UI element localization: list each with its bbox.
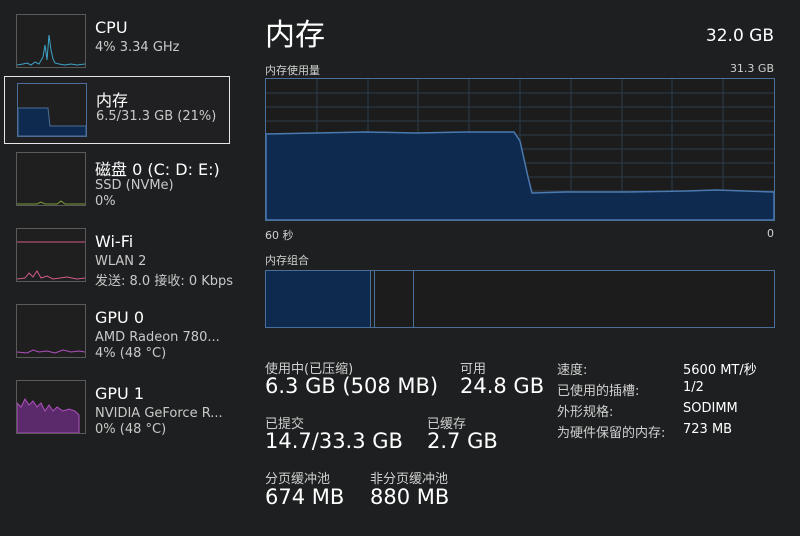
sidebar-item-detail: 0%	[95, 194, 116, 209]
graph-time-start: 60 秒	[265, 229, 294, 242]
sidebar-item-cpu[interactable]: CPU 4% 3.34 GHz	[4, 8, 230, 76]
gpu0-thumbnail-graph	[16, 304, 86, 358]
sidebar-item-gpu-0[interactable]: GPU 0 AMD Radeon 780... 4% (48 °C)	[4, 298, 230, 366]
paged-pool-value: 674 MB	[265, 485, 345, 509]
cpu-thumbnail-graph	[16, 14, 86, 68]
memory-usage-graph	[265, 78, 775, 221]
composition-in-use	[266, 271, 371, 327]
sidebar-item-detail: 0% (48 °C)	[95, 422, 167, 437]
sidebar-item-detail: 发送: 8.0 接收: 0 Kbps	[95, 274, 234, 289]
available-value: 24.8 GB	[460, 374, 545, 398]
memory-composition-bar	[265, 270, 775, 328]
in-use-value: 6.3 GB (508 MB)	[265, 374, 439, 398]
usage-graph-max: 31.3 GB	[729, 62, 774, 75]
sidebar-item-detail: NVIDIA GeForce R...	[95, 406, 223, 421]
sidebar-item-detail: SSD (NVMe)	[95, 178, 174, 193]
sidebar-item-memory[interactable]: 内存 6.5/31.3 GB (21%)	[4, 76, 230, 144]
sidebar: CPU 4% 3.34 GHz 内存 6.5/31.3 GB (21%) 磁盘 …	[0, 0, 240, 536]
committed-value: 14.7/33.3 GB	[265, 429, 403, 453]
composition-standby	[376, 271, 414, 327]
usage-graph-label: 内存使用量	[265, 64, 320, 77]
composition-label: 内存组合	[265, 254, 309, 267]
disk-thumbnail-graph	[16, 152, 86, 206]
sidebar-item-title: Wi-Fi	[95, 232, 134, 251]
sidebar-item-disk-0[interactable]: 磁盘 0 (C: D: E:) SSD (NVMe) 0%	[4, 146, 230, 214]
form-factor-label: 外形规格:	[557, 405, 614, 420]
sidebar-item-title: CPU	[95, 18, 128, 37]
memory-thumbnail-graph	[17, 83, 87, 137]
sidebar-item-detail: 6.5/31.3 GB (21%)	[96, 109, 217, 124]
composition-modified	[372, 271, 375, 327]
sidebar-item-title: 磁盘 0 (C: D: E:)	[95, 160, 220, 179]
sidebar-item-gpu-1[interactable]: GPU 1 NVIDIA GeForce R... 0% (48 °C)	[4, 374, 230, 442]
wifi-thumbnail-graph	[16, 228, 86, 282]
sidebar-item-title: 内存	[96, 91, 129, 110]
sidebar-item-detail: 4% 3.34 GHz	[95, 40, 180, 55]
nonpaged-pool-value: 880 MB	[370, 485, 450, 509]
reserved-value: 723 MB	[683, 422, 733, 437]
total-memory: 32.0 GB	[705, 26, 774, 46]
sidebar-item-title: GPU 1	[95, 384, 145, 403]
sidebar-item-detail: WLAN 2	[95, 254, 147, 269]
form-factor-value: SODIMM	[683, 401, 738, 416]
sidebar-item-wifi[interactable]: Wi-Fi WLAN 2 发送: 8.0 接收: 0 Kbps	[4, 222, 234, 290]
speed-value: 5600 MT/秒	[683, 363, 757, 378]
memory-detail-panel: 内存 32.0 GB 内存使用量 31.3 GB 60 秒 0 内存组合 使用中…	[250, 0, 800, 536]
page-title: 内存	[265, 18, 325, 53]
slots-label: 已使用的插槽:	[557, 384, 640, 399]
cached-value: 2.7 GB	[427, 429, 498, 453]
graph-time-end: 0	[767, 227, 774, 240]
sidebar-item-title: GPU 0	[95, 308, 145, 327]
speed-label: 速度:	[557, 363, 588, 378]
reserved-label: 为硬件保留的内存:	[557, 426, 666, 441]
slots-value: 1/2	[683, 380, 704, 395]
sidebar-item-detail: 4% (48 °C)	[95, 346, 167, 361]
sidebar-item-detail: AMD Radeon 780...	[95, 330, 220, 345]
gpu1-thumbnail-graph	[16, 380, 86, 434]
